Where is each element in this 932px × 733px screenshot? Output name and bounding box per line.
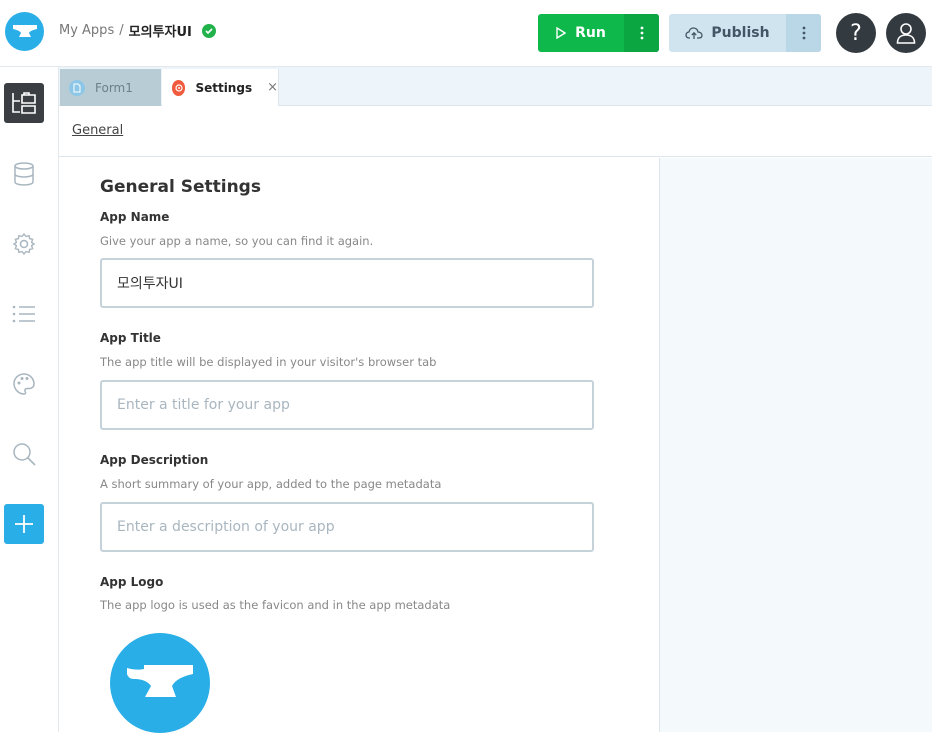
rail-add-button[interactable] [4, 504, 44, 544]
saved-check-icon [201, 23, 216, 38]
app-title-input[interactable] [100, 380, 594, 430]
publish-more-button[interactable] [786, 14, 821, 52]
tab-label: Form1 [95, 80, 133, 95]
top-bar: My Apps / 모의투자UI Run Publish ? [0, 0, 932, 67]
subnav-general-link[interactable]: General [72, 123, 123, 138]
account-button[interactable] [886, 13, 926, 53]
rail-theme-button[interactable] [4, 364, 44, 404]
app-name-help: Give your app a name, so you can find it… [100, 234, 374, 248]
app-logo-preview[interactable] [110, 633, 210, 733]
tab-label: Settings [195, 80, 253, 95]
user-icon [896, 23, 916, 44]
vertical-dots-icon [802, 26, 805, 40]
rail-settings-button[interactable] [4, 224, 44, 264]
breadcrumb-app-name: 모의투자UI [128, 25, 192, 40]
editor-tab-bar: Form1 Settings × [59, 67, 932, 106]
run-button-group: Run [538, 14, 659, 52]
cloud-upload-icon [685, 27, 704, 39]
app-description-input[interactable] [100, 502, 594, 552]
publish-label: Publish [711, 25, 770, 41]
rail-search-button[interactable] [4, 434, 44, 474]
search-icon [13, 443, 36, 466]
app-tree-icon [12, 92, 36, 114]
rail-app-browser-button[interactable] [4, 83, 44, 123]
app-name-label: App Name [100, 210, 170, 224]
anvil-icon [127, 665, 193, 697]
app-title-label: App Title [100, 331, 161, 345]
breadcrumb-my-apps[interactable]: My Apps [59, 23, 114, 38]
app-logo-label: App Logo [100, 575, 164, 589]
app-name-input[interactable] [100, 258, 594, 308]
palette-icon [13, 373, 35, 395]
page-title: General Settings [100, 177, 261, 197]
plus-icon [15, 515, 33, 533]
settings-form: General Settings App Name Give your app … [59, 158, 660, 733]
help-button[interactable]: ? [836, 13, 876, 53]
app-description-label: App Description [100, 453, 209, 467]
list-icon [12, 305, 35, 323]
left-rail [0, 67, 59, 732]
gear-icon [12, 232, 36, 256]
run-label: Run [575, 25, 606, 41]
close-tab-icon[interactable]: × [267, 80, 278, 95]
publish-button-group: Publish [669, 14, 821, 52]
publish-button[interactable]: Publish [669, 14, 786, 52]
vertical-dots-icon [640, 26, 643, 40]
app-logo-help: The app logo is used as the favicon and … [100, 598, 451, 612]
play-icon [556, 27, 567, 39]
settings-gear-icon [172, 79, 186, 96]
help-icon: ? [850, 20, 862, 46]
form-file-icon [69, 79, 85, 96]
breadcrumb: My Apps / 모의투자UI [59, 21, 216, 40]
anvil-logo-icon[interactable] [5, 12, 44, 51]
run-more-button[interactable] [624, 14, 659, 52]
settings-subnav: General [59, 107, 932, 157]
app-title-help: The app title will be displayed in your … [100, 355, 437, 369]
tab-form1[interactable]: Form1 [60, 69, 161, 106]
tab-settings[interactable]: Settings × [162, 69, 279, 106]
rail-list-button[interactable] [4, 294, 44, 334]
app-description-help: A short summary of your app, added to th… [100, 477, 442, 491]
rail-data-tables-button[interactable] [4, 154, 44, 194]
breadcrumb-separator: / [119, 23, 124, 38]
run-button[interactable]: Run [538, 14, 624, 52]
database-icon [14, 162, 34, 186]
settings-preview-panel [659, 158, 932, 732]
